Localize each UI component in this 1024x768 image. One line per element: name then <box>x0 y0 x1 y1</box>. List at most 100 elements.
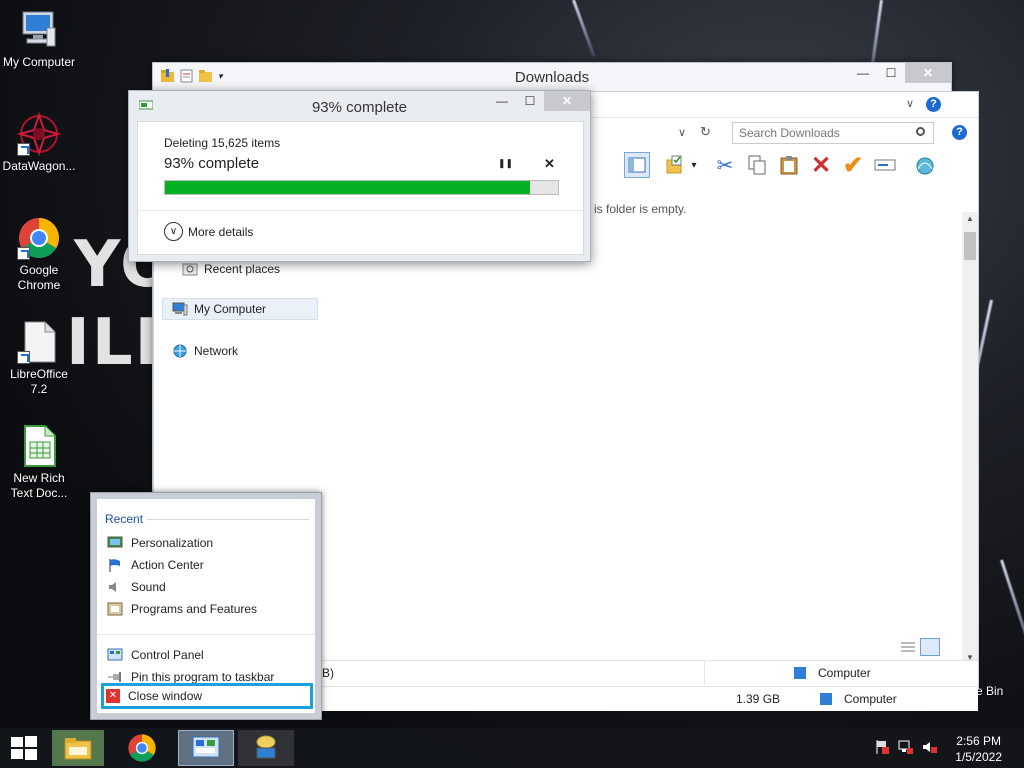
taskbar: 2:56 PM 1/5/2022 <box>0 728 1024 768</box>
preview-pane-icon[interactable] <box>624 152 650 178</box>
desktop-icon-label: LibreOffice 7.2 <box>10 367 68 396</box>
jump-item-action-center[interactable]: Action Center <box>105 555 307 575</box>
close-window-icon: ✕ <box>106 689 120 703</box>
libreoffice-icon <box>17 320 61 364</box>
minimize-button[interactable]: — <box>488 91 516 111</box>
close-button[interactable]: ✕ <box>905 63 951 83</box>
jump-item-label: Close window <box>128 689 203 703</box>
jump-item-sound[interactable]: Sound <box>105 577 307 597</box>
lightning-bolt <box>572 0 596 57</box>
help-icon[interactable]: ? <box>926 97 941 112</box>
desktop-icon-my-computer[interactable]: My Computer <box>0 8 78 70</box>
maximize-button[interactable]: ☐ <box>877 63 905 83</box>
empty-folder-message: is folder is empty. <box>594 202 687 216</box>
status-divider <box>704 661 705 685</box>
nav-my-computer[interactable]: My Computer <box>172 302 266 316</box>
computer-icon <box>794 667 806 679</box>
dropdown-icon[interactable]: ▾ <box>688 152 700 178</box>
search-placeholder: Search Downloads <box>739 126 840 140</box>
nav-network[interactable]: Network <box>172 344 238 358</box>
explorer-title-bar[interactable]: ▾ Downloads — ☐ ✕ <box>153 63 951 91</box>
lightning-bolt <box>1000 559 1024 675</box>
scroll-thumb[interactable] <box>964 232 976 260</box>
network-status-icon[interactable] <box>898 739 914 758</box>
datawagon-icon <box>16 111 62 157</box>
desktop-icon-new-rich-text-doc[interactable]: New Rich Text Doc... <box>0 424 78 501</box>
details-view-icon[interactable] <box>900 640 916 657</box>
desktop-icon-label: New Rich Text Doc... <box>10 471 68 500</box>
search-icon <box>916 127 925 136</box>
status-text: B) <box>322 666 334 680</box>
checkmark-icon[interactable]: ✔ <box>840 152 866 179</box>
address-dropdown-icon[interactable]: ∨ <box>678 126 686 139</box>
pause-button[interactable]: ❚❚ <box>498 158 513 169</box>
scroll-up-icon[interactable]: ▲ <box>966 214 974 223</box>
rename-icon[interactable] <box>872 152 898 178</box>
jump-item-label: Action Center <box>131 558 204 572</box>
clock-date: 1/5/2022 <box>955 750 1002 764</box>
vertical-scrollbar[interactable]: ▲ ▼ <box>962 212 978 664</box>
control-panel-icon <box>192 736 220 758</box>
jump-item-label: Sound <box>131 580 166 594</box>
large-icons-view-icon[interactable] <box>920 638 940 656</box>
progress-title-bar[interactable]: 93% complete — ☐ ✕ <box>129 91 590 121</box>
computer-icon <box>820 693 832 705</box>
divider <box>97 634 315 635</box>
desktop-icon-google-chrome[interactable]: Google Chrome <box>0 216 78 293</box>
personalization-icon <box>107 536 123 550</box>
copy-icon[interactable] <box>744 152 770 178</box>
jump-item-close-window[interactable]: ✕ Close window <box>101 683 313 709</box>
more-details-link[interactable]: More details <box>188 225 253 239</box>
system-tray <box>874 728 938 768</box>
ribbon-expand-icon[interactable]: ∨ <box>906 97 914 110</box>
desktop-icon-libreoffice[interactable]: LibreOffice 7.2 <box>0 320 78 397</box>
jump-item-personalization[interactable]: Personalization <box>105 533 307 553</box>
speaker-icon <box>107 580 123 594</box>
jump-item-control-panel[interactable]: Control Panel <box>105 645 307 665</box>
taskbar-clock[interactable]: 2:56 PM 1/5/2022 <box>955 733 1002 765</box>
network-icon <box>172 344 188 358</box>
jump-item-label: Programs and Features <box>131 602 258 616</box>
desktop-icon-datawagon[interactable]: DataWagon... <box>0 111 78 174</box>
computer-icon <box>17 8 61 52</box>
taskbar-control-panel[interactable] <box>178 730 234 766</box>
refresh-icon[interactable]: ↻ <box>700 124 711 140</box>
start-button[interactable] <box>0 730 48 766</box>
windows-logo-icon <box>11 736 37 760</box>
cut-icon[interactable]: ✂ <box>712 152 738 178</box>
cancel-button[interactable]: ✕ <box>544 156 555 172</box>
jump-list-panel: Recent Personalization Action Center Sou… <box>97 499 315 713</box>
desktop-icon-label: Google Chrome <box>17 263 61 292</box>
paste-icon[interactable] <box>776 152 802 178</box>
minimize-button[interactable]: — <box>849 63 877 83</box>
programs-icon <box>107 602 123 616</box>
nav-label: Network <box>194 344 239 358</box>
volume-muted-icon[interactable] <box>922 739 938 758</box>
delete-icon[interactable]: ✕ <box>808 152 834 179</box>
status-location: Computer <box>844 692 897 706</box>
jump-item-programs-features[interactable]: Programs and Features <box>105 599 307 619</box>
taskbar-remote-app[interactable] <box>238 730 294 766</box>
nav-recent-places[interactable]: Recent places <box>182 262 280 276</box>
open-folder-icon[interactable] <box>662 152 688 178</box>
chevron-down-icon[interactable]: ∨ <box>164 222 183 241</box>
progress-bar-fill <box>165 181 531 194</box>
search-input[interactable]: Search Downloads <box>732 122 934 144</box>
shortcut-arrow-icon <box>17 351 30 364</box>
taskbar-file-explorer[interactable] <box>52 730 104 766</box>
taskbar-chrome[interactable] <box>116 730 168 766</box>
desktop-icon-label: My Computer <box>2 55 76 69</box>
status-size: 1.39 GB <box>736 692 781 706</box>
jump-item-label: Control Panel <box>131 648 204 662</box>
close-button[interactable]: ✕ <box>544 91 590 111</box>
divider <box>138 210 583 211</box>
delete-progress-dialog[interactable]: 93% complete — ☐ ✕ Deleting 15,625 items… <box>128 90 591 262</box>
clock-time: 2:56 PM <box>956 734 1001 748</box>
help-icon-secondary[interactable]: ? <box>952 125 967 140</box>
action-center-flag-icon[interactable] <box>874 739 890 758</box>
nav-label: My Computer <box>194 302 267 316</box>
jump-item-label: Personalization <box>131 536 214 550</box>
maximize-button[interactable]: ☐ <box>516 91 544 111</box>
network-shell-icon[interactable] <box>912 152 938 178</box>
control-panel-jump-list: Recent Personalization Action Center Sou… <box>90 492 322 720</box>
